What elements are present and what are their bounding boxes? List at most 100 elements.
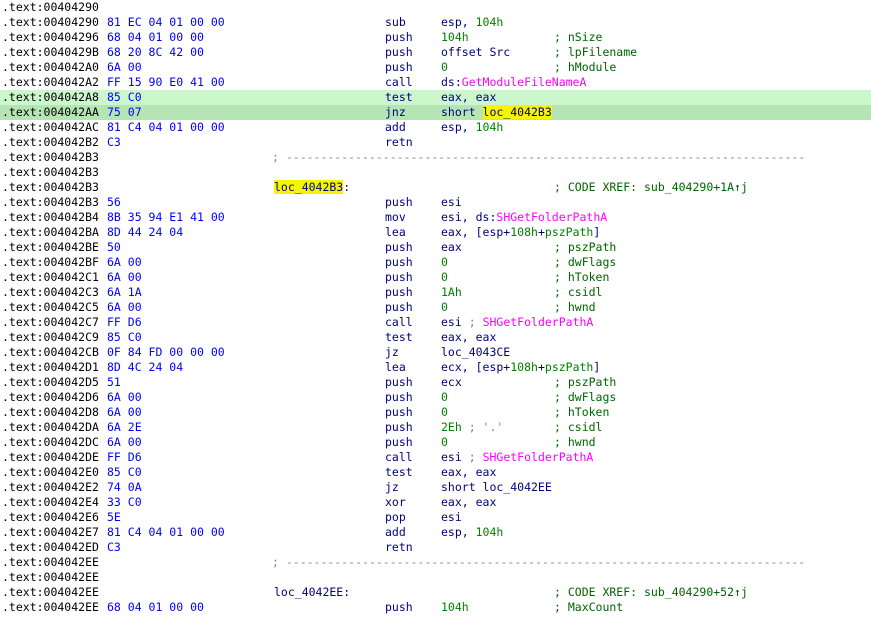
listing-line[interactable]: .text:0040429B 68 20 8C 42 00 push offset S… bbox=[0, 45, 871, 60]
instruction-mnemonic[interactable]: xor bbox=[385, 495, 406, 510]
instruction-operands[interactable]: 0 bbox=[441, 435, 448, 450]
instruction-mnemonic[interactable]: push bbox=[385, 405, 413, 420]
listing-line[interactable]: .text:004042BE 50 push eax ; pszPath bbox=[0, 240, 871, 255]
line-address[interactable]: .text:004042A8 bbox=[2, 90, 99, 105]
line-address[interactable]: .text:004042C1 bbox=[2, 270, 99, 285]
code-label-name[interactable]: loc_4042B3 bbox=[274, 180, 344, 194]
line-address[interactable]: .text:004042EE bbox=[2, 585, 99, 600]
line-address[interactable]: .text:004042B4 bbox=[2, 210, 99, 225]
listing-line[interactable]: .text:004042C5 6A 00 push 0 ; hwnd bbox=[0, 300, 871, 315]
listing-line[interactable]: .text:004042E0 85 C0 test eax, eax bbox=[0, 465, 871, 480]
line-address[interactable]: .text:004042E6 bbox=[2, 510, 99, 525]
listing-line[interactable]: .text:004042DA 6A 2E push 2Eh ; '.' ; csidl bbox=[0, 420, 871, 435]
line-address[interactable]: .text:004042B2 bbox=[2, 135, 99, 150]
instruction-mnemonic[interactable]: retn bbox=[385, 135, 413, 150]
disassembly-listing[interactable]: .text:00404290 .text:00404290 81 EC 04 01 … bbox=[0, 0, 871, 626]
instruction-operands[interactable]: eax, eax bbox=[441, 330, 496, 345]
instruction-mnemonic[interactable]: push bbox=[385, 600, 413, 615]
instruction-operands[interactable]: ecx, [esp+108h+pszPath] bbox=[441, 360, 600, 375]
instruction-operands[interactable]: offset Src bbox=[441, 45, 510, 60]
line-address[interactable]: .text:004042E2 bbox=[2, 480, 99, 495]
instruction-mnemonic[interactable]: add bbox=[385, 120, 406, 135]
instruction-mnemonic[interactable]: test bbox=[385, 90, 413, 105]
listing-line[interactable]: .text:004042D5 51 push ecx ; pszPath bbox=[0, 375, 871, 390]
line-address[interactable]: .text:004042DE bbox=[2, 450, 99, 465]
instruction-mnemonic[interactable]: lea bbox=[385, 225, 406, 240]
line-address[interactable]: .text:004042BE bbox=[2, 240, 99, 255]
line-address[interactable]: .text:004042E0 bbox=[2, 465, 99, 480]
listing-line[interactable]: .text:004042E2 74 0A jz short loc_4042EE bbox=[0, 480, 871, 495]
instruction-operands[interactable]: eax, eax bbox=[441, 495, 496, 510]
listing-line[interactable]: .text:004042DC 6A 00 push 0 ; hwnd bbox=[0, 435, 871, 450]
listing-line[interactable]: .text:004042BF 6A 00 push 0 ; dwFlags bbox=[0, 255, 871, 270]
listing-line[interactable]: .text:004042B4 8B 35 94 E1 41 00 mov esi, d… bbox=[0, 210, 871, 225]
line-address[interactable]: .text:004042BF bbox=[2, 255, 99, 270]
instruction-operands[interactable]: esi bbox=[441, 195, 462, 210]
instruction-mnemonic[interactable]: push bbox=[385, 300, 413, 315]
instruction-operands[interactable]: 0 bbox=[441, 255, 448, 270]
instruction-mnemonic[interactable]: lea bbox=[385, 360, 406, 375]
instruction-mnemonic[interactable]: push bbox=[385, 195, 413, 210]
listing-line[interactable]: .text:004042A2 FF 15 90 E0 41 00 call ds:Ge… bbox=[0, 75, 871, 90]
instruction-mnemonic[interactable]: push bbox=[385, 435, 413, 450]
line-address[interactable]: .text:004042DC bbox=[2, 435, 99, 450]
line-address[interactable]: .text:004042A2 bbox=[2, 75, 99, 90]
instruction-mnemonic[interactable]: call bbox=[385, 450, 413, 465]
line-address[interactable]: .text:004042D5 bbox=[2, 375, 99, 390]
line-address[interactable]: .text:0040429B bbox=[2, 45, 99, 60]
instruction-mnemonic[interactable]: push bbox=[385, 390, 413, 405]
listing-line[interactable]: .text:004042D1 8D 4C 24 04 lea ecx, [esp+10… bbox=[0, 360, 871, 375]
instruction-mnemonic[interactable]: push bbox=[385, 420, 413, 435]
instruction-operands[interactable]: ds:GetModuleFileNameA bbox=[441, 75, 586, 90]
line-address[interactable]: .text:004042D8 bbox=[2, 405, 99, 420]
instruction-operands[interactable]: eax bbox=[441, 240, 462, 255]
instruction-operands[interactable]: esp, 104h bbox=[441, 525, 503, 540]
instruction-operands[interactable]: esi ; SHGetFolderPathA bbox=[441, 450, 593, 465]
code-label[interactable]: loc_4042EE: bbox=[274, 585, 350, 600]
line-address[interactable]: .text:004042EE bbox=[2, 600, 99, 615]
line-address[interactable]: .text:004042B3 bbox=[2, 165, 99, 180]
line-address[interactable]: .text:004042A0 bbox=[2, 60, 99, 75]
listing-line[interactable]: .text:004042E6 5E pop esi bbox=[0, 510, 871, 525]
line-address[interactable]: .text:004042E4 bbox=[2, 495, 99, 510]
listing-line[interactable]: .text:004042EE ; ------------------------… bbox=[0, 555, 871, 570]
operand-import-name[interactable]: SHGetFolderPathA bbox=[483, 315, 594, 329]
line-address[interactable]: .text:004042C7 bbox=[2, 315, 99, 330]
line-address[interactable]: .text:004042B3 bbox=[2, 150, 99, 165]
instruction-operands[interactable]: eax, eax bbox=[441, 465, 496, 480]
instruction-mnemonic[interactable]: push bbox=[385, 255, 413, 270]
line-address[interactable]: .text:004042C9 bbox=[2, 330, 99, 345]
instruction-operands[interactable]: 104h bbox=[441, 600, 469, 615]
line-address[interactable]: .text:004042D1 bbox=[2, 360, 99, 375]
instruction-operands[interactable]: esi bbox=[441, 510, 462, 525]
listing-line[interactable]: .text:00404296 68 04 01 00 00 push 104h ; nS… bbox=[0, 30, 871, 45]
instruction-mnemonic[interactable]: mov bbox=[385, 210, 406, 225]
code-label[interactable]: loc_4042B3: bbox=[274, 180, 350, 195]
instruction-mnemonic[interactable]: push bbox=[385, 240, 413, 255]
listing-line[interactable]: .text:004042ED C3 retn bbox=[0, 540, 871, 555]
instruction-operands[interactable]: short loc_4042B3 bbox=[441, 105, 552, 120]
line-address[interactable]: .text:004042C3 bbox=[2, 285, 99, 300]
instruction-operands[interactable]: esi, ds:SHGetFolderPathA bbox=[441, 210, 607, 225]
listing-line[interactable]: .text:004042CB 0F 84 FD 00 00 00 jz loc_404… bbox=[0, 345, 871, 360]
operand-import-name[interactable]: SHGetFolderPathA bbox=[483, 450, 594, 464]
operand-import-name[interactable]: GetModuleFileNameA bbox=[462, 75, 587, 89]
instruction-mnemonic[interactable]: jz bbox=[385, 345, 399, 360]
instruction-mnemonic[interactable]: push bbox=[385, 30, 413, 45]
listing-line[interactable]: .text:004042C1 6A 00 push 0 ; hToken bbox=[0, 270, 871, 285]
listing-line[interactable]: .text:004042DE FF D6 call esi ; SHGetFolder… bbox=[0, 450, 871, 465]
listing-line[interactable]: .text:004042B3 loc_4042B3: ; CODE XREF: su… bbox=[0, 180, 871, 195]
operand-label-highlighted[interactable]: loc_4042B3 bbox=[482, 105, 552, 119]
line-address[interactable]: .text:004042E7 bbox=[2, 525, 99, 540]
listing-line[interactable]: .text:004042E7 81 C4 04 01 00 00 add esp, 1… bbox=[0, 525, 871, 540]
line-address[interactable]: .text:004042BA bbox=[2, 225, 99, 240]
listing-line[interactable]: .text:004042C9 85 C0 test eax, eax bbox=[0, 330, 871, 345]
instruction-mnemonic[interactable]: jz bbox=[385, 480, 399, 495]
line-address[interactable]: .text:004042EE bbox=[2, 570, 99, 585]
operand-import-name[interactable]: SHGetFolderPathA bbox=[496, 210, 607, 224]
listing-line[interactable]: .text:004042AC 81 C4 04 01 00 00 add esp, 1… bbox=[0, 120, 871, 135]
listing-line[interactable]: .text:004042EE loc_4042EE: ; CODE XREF: su… bbox=[0, 585, 871, 600]
instruction-mnemonic[interactable]: retn bbox=[385, 540, 413, 555]
line-address[interactable]: .text:00404290 bbox=[2, 15, 99, 30]
instruction-operands[interactable]: ecx bbox=[441, 375, 462, 390]
